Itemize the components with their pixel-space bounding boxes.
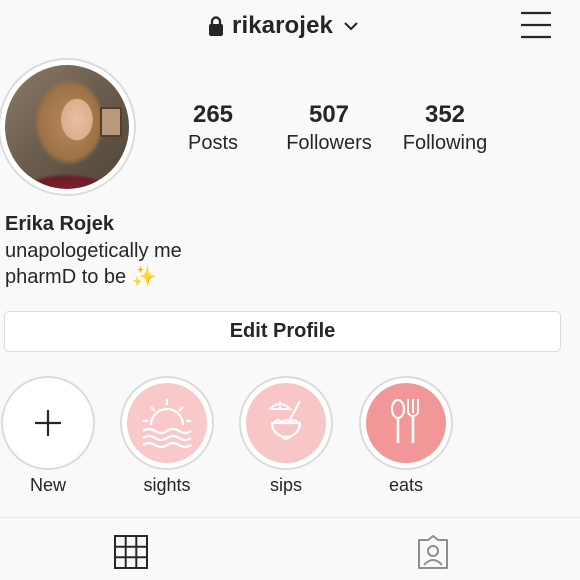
highlight-label-new: New	[29, 475, 66, 495]
highlight-eats-cover	[366, 383, 446, 463]
plus-icon	[35, 410, 61, 436]
stat-posts[interactable]: 265 Posts	[158, 100, 268, 156]
account-switcher[interactable]: rikarojek	[208, 10, 359, 42]
stat-following[interactable]: 352 Following	[390, 100, 500, 156]
avatar[interactable]	[5, 65, 129, 189]
highlight-sights-cover	[127, 383, 207, 463]
following-label: Following	[402, 132, 488, 154]
posts-label: Posts	[187, 132, 239, 154]
highlight-label-sights: sights	[143, 475, 191, 495]
grid-icon[interactable]	[113, 534, 149, 570]
highlight-label-sips: sips	[269, 475, 302, 495]
followers-count: 507	[308, 101, 350, 128]
highlight-sips-cover	[246, 383, 326, 463]
highlight-eats[interactable]: eats	[358, 376, 454, 496]
lock-icon	[209, 16, 223, 36]
highlight-label-eats: eats	[388, 475, 424, 495]
highlight-sips[interactable]: sips	[238, 376, 334, 496]
highlight-sips-ring[interactable]	[239, 376, 333, 470]
posts-count: 265	[192, 101, 234, 128]
sparkles-emoji: ✨	[131, 266, 157, 288]
top-header: rikarojek	[0, 0, 580, 52]
tabbar-divider	[0, 517, 580, 518]
highlight-sights[interactable]: sights	[119, 376, 215, 496]
stat-followers[interactable]: 507 Followers	[274, 100, 384, 156]
edit-profile-button[interactable]: Edit Profile	[4, 311, 561, 352]
profile-name: Erika Rojek	[5, 213, 114, 235]
followers-label: Followers	[286, 132, 372, 154]
tagged-icon[interactable]	[415, 534, 451, 570]
coconut-drink-icon	[267, 400, 302, 440]
hamburger-menu-icon[interactable]	[519, 10, 553, 40]
bio-line-2: pharmD to be ✨	[5, 264, 565, 290]
highlight-new[interactable]: New	[0, 376, 96, 496]
chevron-down-icon[interactable]	[343, 20, 359, 32]
highlight-eats-ring[interactable]	[359, 376, 453, 470]
avatar-background-frame	[100, 107, 122, 137]
sunset-waves-icon	[142, 399, 192, 449]
bio-line-2-text: pharmD to be	[5, 266, 127, 288]
username: rikarojek	[232, 12, 333, 39]
highlight-sights-ring[interactable]	[120, 376, 214, 470]
following-count: 352	[424, 101, 466, 128]
bio-line-1: unapologetically me	[5, 240, 182, 262]
avatar-ring[interactable]	[0, 58, 136, 196]
fork-spoon-icon	[390, 398, 419, 443]
profile-screen: rikarojek 265 Posts 507 Followers 352 Fo…	[0, 0, 580, 580]
bio: Erika Rojek unapologetically me pharmD t…	[5, 210, 565, 290]
highlight-new-ring[interactable]	[1, 376, 95, 470]
